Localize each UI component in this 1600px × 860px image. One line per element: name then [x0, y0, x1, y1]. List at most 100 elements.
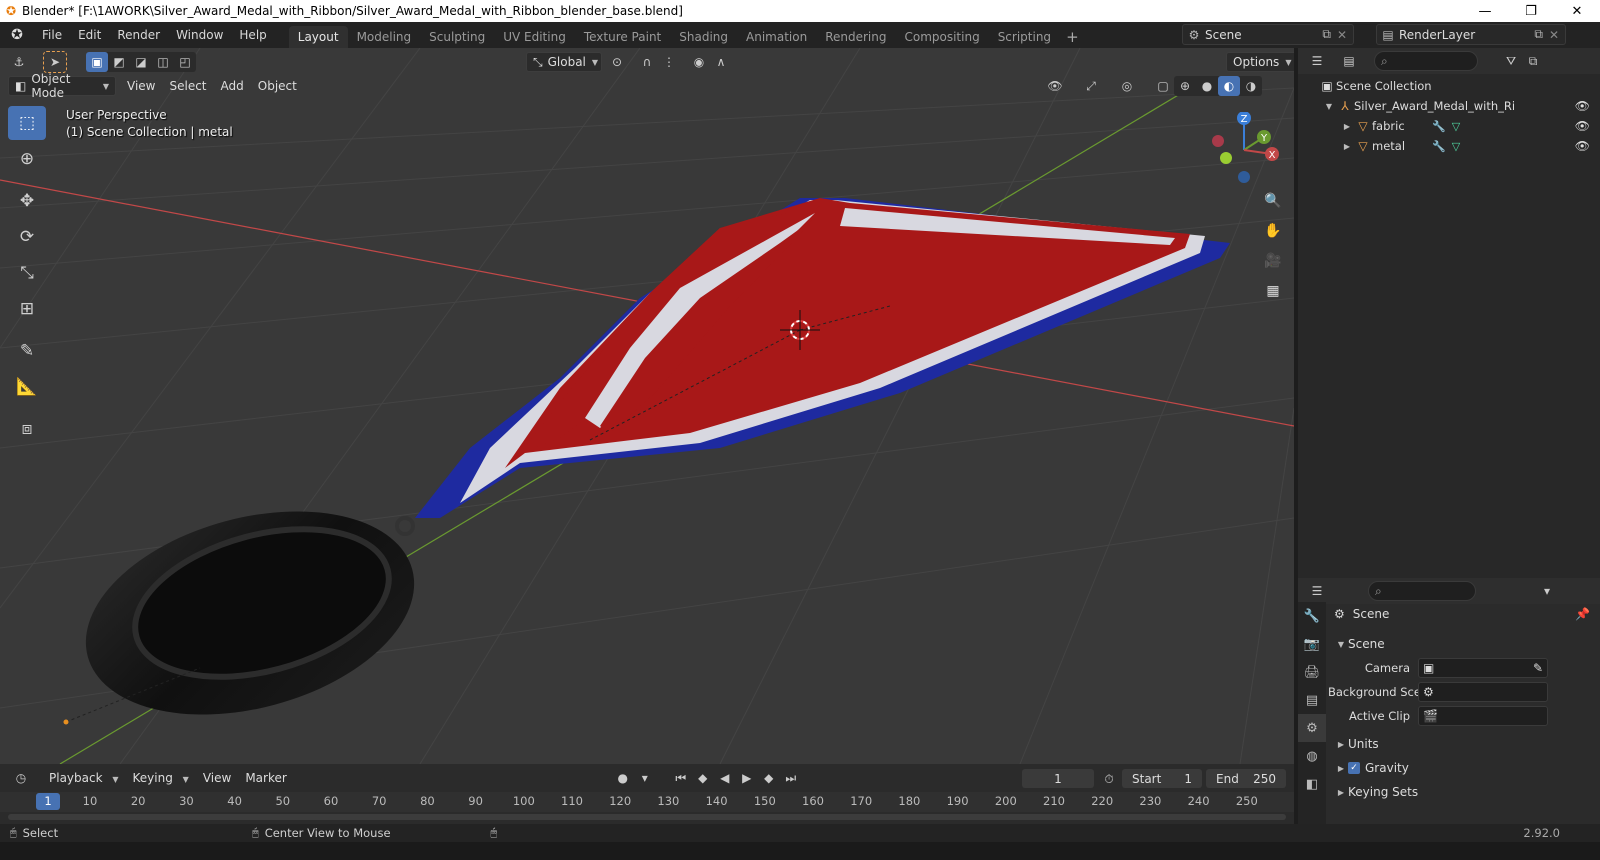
- view-layer-tab-icon[interactable]: ▤: [1298, 686, 1326, 714]
- active-clip-field[interactable]: 🎬: [1418, 706, 1548, 726]
- zoom-icon[interactable]: 🔍: [1260, 188, 1286, 214]
- outliner-search-input[interactable]: ⌕: [1374, 51, 1478, 71]
- preview-range-icon[interactable]: ⏱: [1098, 769, 1120, 789]
- add-workspace-button[interactable]: +: [1060, 26, 1085, 48]
- properties-editor-icon[interactable]: ☰: [1306, 581, 1328, 601]
- menu-edit[interactable]: Edit: [70, 22, 109, 48]
- select-intersect-icon[interactable]: ◰: [174, 52, 196, 72]
- menu-file[interactable]: File: [34, 22, 70, 48]
- play-reverse-icon[interactable]: ◀: [714, 768, 736, 788]
- object-tab-icon[interactable]: ◧: [1298, 770, 1326, 798]
- timeline-scrollbar[interactable]: [8, 814, 1286, 820]
- output-tab-icon[interactable]: 🖨: [1298, 658, 1326, 686]
- gizmo-toggle-icon[interactable]: ⤢: [1080, 76, 1102, 96]
- options-dropdown[interactable]: Options ▼: [1226, 52, 1294, 72]
- rotate-tool-icon[interactable]: ⟳: [8, 220, 46, 254]
- scene-tab-icon[interactable]: ⚙: [1298, 714, 1326, 742]
- tab-compositing[interactable]: Compositing: [895, 26, 988, 48]
- background-scene-field[interactable]: ⚙: [1418, 682, 1548, 702]
- expand-triangle-icon[interactable]: ▼: [1322, 102, 1336, 111]
- properties-search-input[interactable]: ⌕: [1368, 581, 1476, 601]
- rendered-shading-icon[interactable]: ◑: [1240, 76, 1262, 96]
- new-collection-icon[interactable]: ⧉: [1522, 51, 1544, 71]
- camera-view-icon[interactable]: 🎥: [1260, 248, 1286, 274]
- pin-icon[interactable]: 📌: [1575, 607, 1590, 621]
- world-tab-icon[interactable]: ◍: [1298, 742, 1326, 770]
- tab-rendering[interactable]: Rendering: [816, 26, 895, 48]
- eyedropper-icon[interactable]: ✎: [1533, 661, 1543, 675]
- xray-toggle-icon[interactable]: ▢: [1152, 76, 1174, 96]
- gravity-checkbox[interactable]: ✓: [1348, 762, 1360, 774]
- snap-target-icon[interactable]: ⋮: [658, 52, 680, 72]
- current-frame-field[interactable]: 1: [1022, 769, 1094, 788]
- menu-timeline-view[interactable]: View: [196, 771, 238, 785]
- annotate-tool-icon[interactable]: ✎: [8, 334, 46, 368]
- tab-layout[interactable]: Layout: [288, 26, 348, 48]
- navigation-gizmo[interactable]: Z Y X: [1206, 111, 1286, 192]
- move-tool-icon[interactable]: ✥: [8, 184, 46, 218]
- solid-shading-icon[interactable]: ●: [1196, 76, 1218, 96]
- menu-marker[interactable]: Marker: [238, 771, 293, 785]
- tab-sculpting[interactable]: Sculpting: [420, 26, 494, 48]
- scale-tool-icon[interactable]: ⤡: [8, 256, 46, 290]
- snap-icon[interactable]: ∩: [636, 52, 658, 72]
- frame-ruler[interactable]: 1 10 20 30 40 50 60 70 80 90 100 110 120 130 140 150 160…: [0, 792, 1294, 812]
- restore-button[interactable]: ❐: [1508, 0, 1554, 22]
- measure-tool-icon[interactable]: 📐: [8, 370, 46, 404]
- modifier-wrench-icon[interactable]: 🔧: [1432, 140, 1446, 153]
- current-frame-marker[interactable]: 1: [36, 793, 60, 810]
- pivot-point-icon[interactable]: ⊙: [606, 52, 628, 72]
- minimize-button[interactable]: —: [1462, 0, 1508, 22]
- menu-add[interactable]: Add: [214, 79, 251, 93]
- outliner-item-scene-collection[interactable]: ▣ Scene Collection: [1298, 76, 1600, 96]
- record-icon[interactable]: ●: [612, 768, 634, 788]
- tab-animation[interactable]: Animation: [737, 26, 816, 48]
- outliner-item-fabric[interactable]: ▶ ▽ fabric 🔧 ▽ 👁: [1298, 116, 1600, 136]
- play-icon[interactable]: ▶: [736, 768, 758, 788]
- menu-view[interactable]: View: [120, 79, 162, 93]
- modifier-wrench-icon[interactable]: 🔧: [1432, 120, 1446, 133]
- visibility-eye-icon[interactable]: 👁: [1575, 139, 1590, 153]
- start-frame-field[interactable]: Start 1: [1122, 769, 1202, 788]
- ortho-grid-icon[interactable]: ▦: [1260, 278, 1286, 304]
- mesh-data-icon[interactable]: ▽: [1452, 120, 1460, 133]
- 3d-viewport[interactable]: ⚓ ➤ ▣ ◩ ◪ ◫ ◰ ⤡ Global ▼ ⊙ ∩ ⋮ ◉ ∧ Optio…: [0, 48, 1294, 764]
- proportional-edit-icon[interactable]: ◉: [688, 52, 710, 72]
- pan-hand-icon[interactable]: ✋: [1260, 218, 1286, 244]
- tab-texture-paint[interactable]: Texture Paint: [575, 26, 670, 48]
- overlay-toggle-icon[interactable]: ◎: [1116, 76, 1138, 96]
- camera-field[interactable]: ▣ ✎: [1418, 658, 1548, 678]
- menu-playback[interactable]: Playback ▼: [42, 771, 126, 785]
- falloff-icon[interactable]: ∧: [710, 52, 732, 72]
- tab-modeling[interactable]: Modeling: [348, 26, 421, 48]
- tab-scripting[interactable]: Scripting: [989, 26, 1060, 48]
- chevron-down-icon[interactable]: ▾: [634, 768, 656, 788]
- remove-view-layer-icon[interactable]: ✕: [1549, 28, 1559, 42]
- keying-sets-panel-header[interactable]: ▶ Keying Sets: [1328, 780, 1600, 804]
- close-button[interactable]: ✕: [1554, 0, 1600, 22]
- orientation-dropdown[interactable]: ⤡ Global ▼: [526, 52, 602, 72]
- mode-dropdown[interactable]: ◧ Object Mode ▼: [8, 72, 116, 100]
- cursor-tool-icon[interactable]: ⊕: [8, 142, 46, 176]
- menu-window[interactable]: Window: [168, 22, 231, 48]
- outliner-item-collection[interactable]: ▼ ⅄ Silver_Award_Medal_with_Ribbon 👁: [1298, 96, 1600, 116]
- menu-render[interactable]: Render: [109, 22, 168, 48]
- copy-view-layer-icon[interactable]: ⧉: [1534, 27, 1543, 42]
- tab-uv-editing[interactable]: UV Editing: [494, 26, 575, 48]
- units-panel-header[interactable]: ▶ Units: [1328, 732, 1600, 756]
- chevron-down-icon[interactable]: ▾: [1536, 581, 1558, 601]
- visibility-eye-icon[interactable]: 👁: [1575, 99, 1590, 113]
- add-cube-tool-icon[interactable]: ⧈: [8, 412, 46, 446]
- visibility-icon[interactable]: 👁: [1044, 76, 1066, 96]
- scene-selector[interactable]: ⚙ Scene ⧉ ✕: [1182, 24, 1354, 45]
- select-subtract-icon[interactable]: ◪: [130, 52, 152, 72]
- blender-menu-icon[interactable]: ✪: [0, 22, 34, 48]
- outliner-item-metal[interactable]: ▶ ▽ metal 🔧 ▽ 👁: [1298, 136, 1600, 156]
- tool-tab-icon[interactable]: 🔧: [1298, 602, 1326, 630]
- transform-tool-icon[interactable]: ⊞: [8, 292, 46, 326]
- select-tool-icon[interactable]: ➤: [43, 51, 67, 73]
- filter-icon[interactable]: ⛛: [1500, 51, 1522, 71]
- select-new-icon[interactable]: ▣: [86, 52, 108, 72]
- mesh-data-icon[interactable]: ▽: [1452, 140, 1460, 153]
- expand-triangle-icon[interactable]: ▶: [1340, 122, 1354, 131]
